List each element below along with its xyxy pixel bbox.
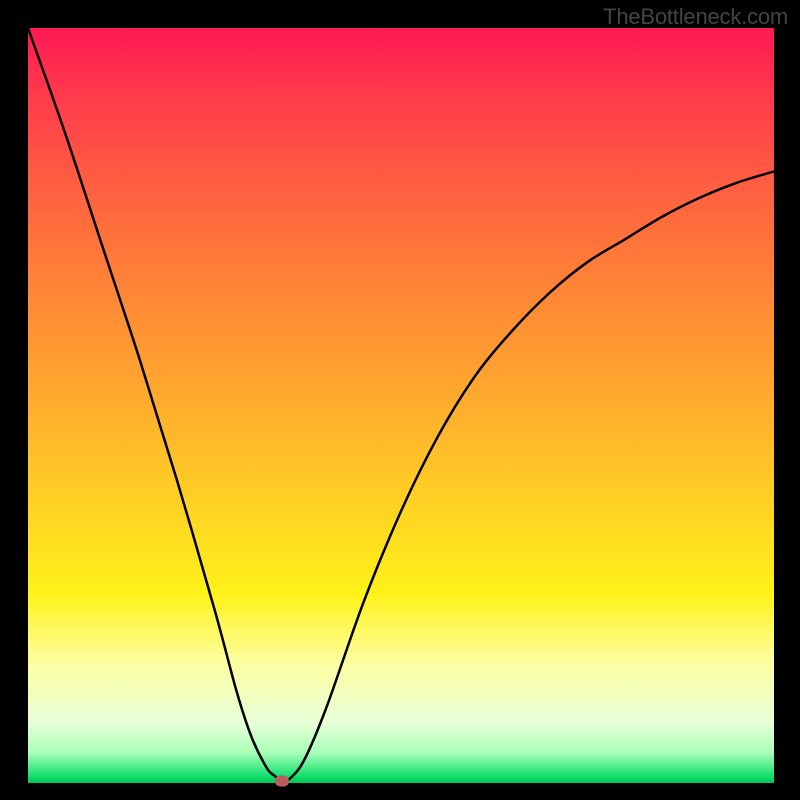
watermark-text: TheBottleneck.com xyxy=(603,4,788,30)
curve-path xyxy=(28,28,774,781)
chart-plot-area xyxy=(28,28,774,783)
bottleneck-curve xyxy=(28,28,774,783)
minimum-marker xyxy=(275,775,289,786)
